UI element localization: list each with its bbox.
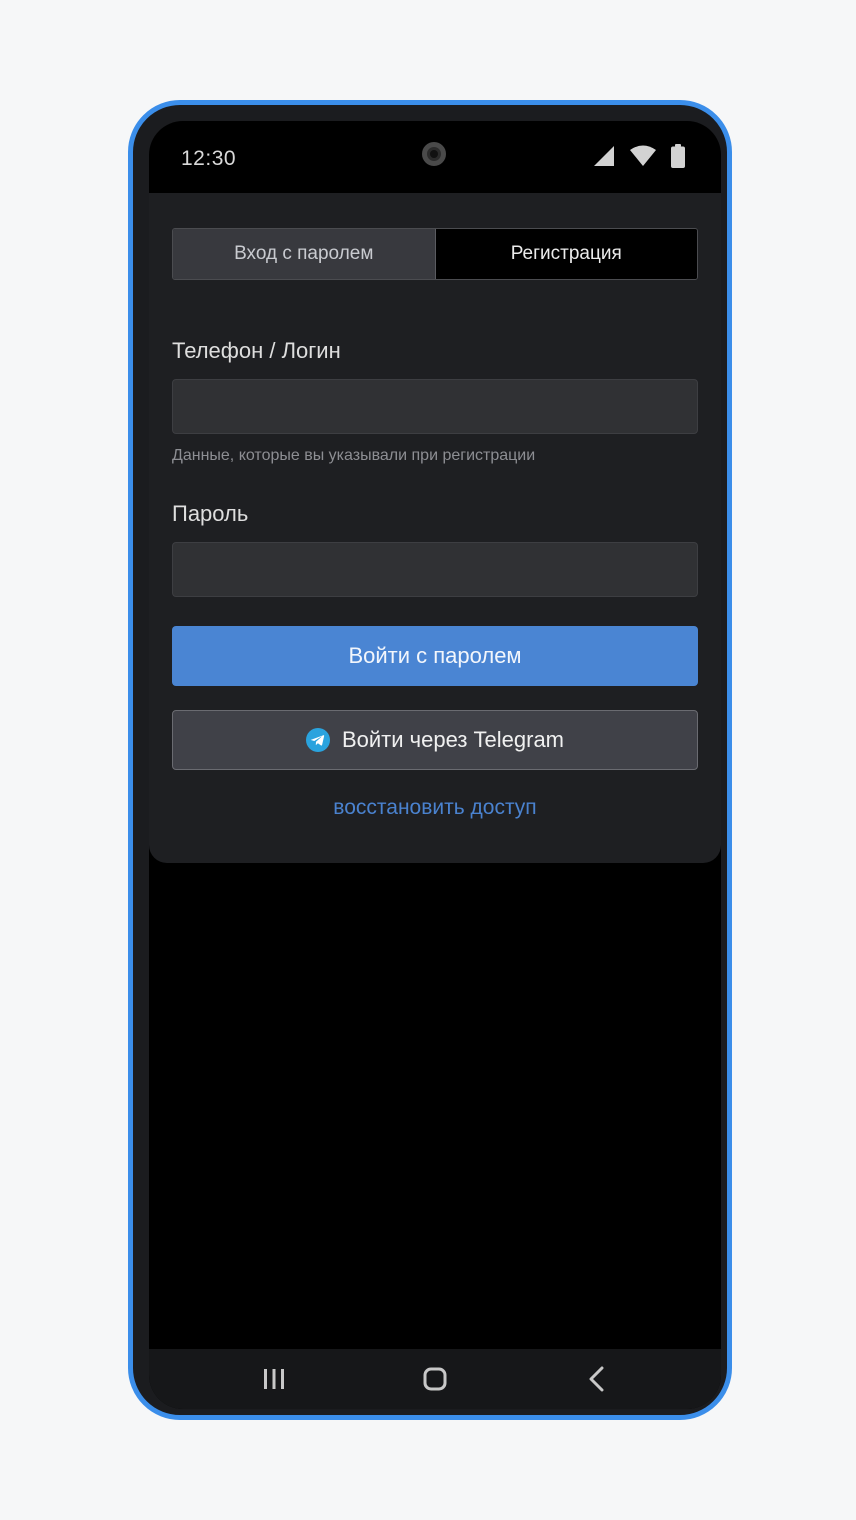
login-card: Вход с паролем Регистрация Телефон / Лог…	[149, 193, 721, 863]
password-label: Пароль	[172, 501, 249, 526]
login-with-password-button[interactable]: Войти с паролем	[172, 626, 698, 686]
back-icon	[589, 1366, 604, 1392]
back-button[interactable]	[567, 1359, 627, 1399]
login-input[interactable]	[172, 379, 698, 434]
battery-icon	[671, 144, 685, 168]
tab-registration[interactable]: Регистрация	[435, 229, 697, 279]
login-with-telegram-button[interactable]: Войти через Telegram	[172, 710, 698, 770]
password-input[interactable]	[172, 542, 698, 597]
login-label: Телефон / Логин	[172, 338, 341, 363]
telegram-icon	[305, 728, 330, 752]
front-camera-icon	[422, 142, 446, 166]
signal-icon	[594, 146, 614, 166]
login-with-password-label: Войти с паролем	[348, 643, 522, 668]
screen: 12:30 Вход с паролем Регистрация Телефон…	[149, 121, 721, 1409]
home-icon	[423, 1367, 447, 1391]
auth-tabs: Вход с паролем Регистрация	[172, 228, 698, 280]
tab-password-login[interactable]: Вход с паролем	[173, 229, 436, 279]
phone-frame: 12:30 Вход с паролем Регистрация Телефон…	[128, 100, 732, 1420]
home-button[interactable]	[405, 1359, 465, 1399]
recent-apps-icon	[264, 1369, 284, 1389]
status-icons	[593, 143, 685, 169]
recent-apps-button[interactable]	[244, 1359, 304, 1399]
status-bar: 12:30	[149, 121, 721, 193]
wifi-icon	[630, 145, 656, 166]
login-with-telegram-label: Войти через Telegram	[341, 727, 565, 752]
status-time: 12:30	[181, 147, 237, 170]
system-nav-bar	[149, 1349, 721, 1409]
restore-access-link[interactable]: восстановить доступ	[149, 796, 721, 820]
login-hint: Данные, которые вы указывали при регистр…	[172, 447, 536, 464]
